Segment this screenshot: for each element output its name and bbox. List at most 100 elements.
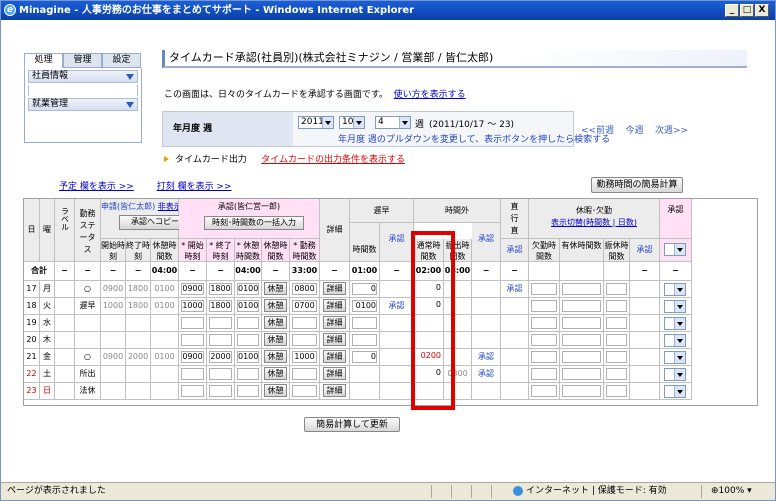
leave-hours-input[interactable] (531, 283, 557, 295)
approved-end-input[interactable] (209, 368, 232, 380)
maximize-button[interactable]: □ (740, 4, 754, 17)
approved-start-input[interactable]: 1000 (181, 300, 204, 312)
tab-processing[interactable]: 処理 (24, 53, 63, 68)
output-condition-link[interactable]: タイムカードの出力条件を表示する (261, 155, 405, 165)
approved-break-input[interactable] (237, 334, 259, 346)
detail-button[interactable]: 詳細 (323, 282, 346, 295)
leave-hours-input[interactable] (562, 385, 601, 397)
break-button[interactable]: 休憩 (264, 316, 287, 329)
menu-employee-info[interactable]: 社員情報 (28, 70, 138, 83)
late-hours-input[interactable]: 0 (352, 283, 377, 295)
detail-button[interactable]: 詳細 (323, 316, 346, 329)
detail-button[interactable]: 詳細 (323, 299, 346, 312)
hide-apply-link[interactable]: 非表示 (158, 202, 178, 211)
next-week-link[interactable]: 次週>> (655, 126, 688, 136)
break-button[interactable]: 休憩 (264, 367, 287, 380)
leave-hours-input[interactable] (606, 368, 627, 380)
approved-end-input[interactable] (209, 385, 232, 397)
row-approve-select[interactable] (664, 351, 686, 364)
leave-hours-input[interactable] (606, 300, 627, 312)
show-dakoku-link[interactable]: 打刻 欄を表示 >> (157, 182, 232, 192)
approved-end-input[interactable]: 1800 (209, 300, 232, 312)
approved-start-input[interactable]: 0900 (181, 283, 204, 295)
detail-button[interactable]: 詳細 (323, 384, 346, 397)
tab-admin[interactable]: 管理 (63, 53, 102, 68)
leave-hours-input[interactable] (531, 300, 557, 312)
break-button[interactable]: 休憩 (264, 350, 287, 363)
approved-work-input[interactable] (292, 334, 317, 346)
approved-break-input[interactable]: 0100 (237, 300, 259, 312)
row-approve-select[interactable] (664, 334, 686, 347)
detail-button[interactable]: 詳細 (323, 350, 346, 363)
row-approve-select[interactable] (664, 300, 686, 313)
leave-hours-input[interactable] (562, 334, 601, 346)
final-approve-select-all[interactable] (664, 243, 686, 256)
leave-hours-input[interactable] (606, 334, 627, 346)
approved-break-input[interactable] (237, 317, 259, 329)
row-approve-select[interactable] (664, 368, 686, 381)
late-hours-input[interactable]: 0 (352, 351, 377, 363)
leave-hours-input[interactable] (562, 300, 601, 312)
leave-hours-input[interactable] (606, 385, 627, 397)
approved-start-input[interactable] (181, 368, 204, 380)
leave-hours-input[interactable] (531, 368, 557, 380)
approved-start-input[interactable] (181, 334, 204, 346)
approved-work-input[interactable] (292, 368, 317, 380)
leave-hours-input[interactable] (562, 317, 601, 329)
approved-start-input[interactable]: 0900 (181, 351, 204, 363)
show-yotei-link[interactable]: 予定 欄を表示 >> (59, 182, 134, 192)
update-button[interactable]: 簡易計算して更新 (304, 417, 400, 432)
leave-hours-input[interactable] (531, 334, 557, 346)
leave-hours-input[interactable] (562, 368, 601, 380)
approved-work-input[interactable] (292, 317, 317, 329)
leave-hours-input[interactable] (562, 283, 601, 295)
approved-work-input[interactable]: 0700 (292, 300, 317, 312)
leave-hours-input[interactable] (531, 385, 557, 397)
break-button[interactable]: 休憩 (264, 384, 287, 397)
late-hours-input[interactable]: 0100 (352, 300, 377, 312)
break-button[interactable]: 休憩 (264, 282, 287, 295)
approved-work-input[interactable]: 0800 (292, 283, 317, 295)
approved-work-input[interactable] (292, 385, 317, 397)
leave-hours-input[interactable] (606, 283, 627, 295)
menu-work-management[interactable]: 就業管理 (28, 98, 138, 111)
close-button[interactable]: X (755, 4, 769, 17)
year-select[interactable]: 2011 (298, 116, 334, 129)
tab-settings[interactable]: 設定 (102, 53, 141, 68)
leave-hours-input[interactable] (531, 317, 557, 329)
minimize-button[interactable]: _ (725, 4, 739, 17)
row-approve-select[interactable] (664, 283, 686, 296)
week-select[interactable]: 4 (375, 116, 411, 129)
break-button[interactable]: 休憩 (264, 299, 287, 312)
approved-break-input[interactable] (237, 385, 259, 397)
approved-work-input[interactable]: 1000 (292, 351, 317, 363)
approved-end-input[interactable]: 2000 (209, 351, 232, 363)
approved-break-input[interactable]: 0100 (237, 351, 259, 363)
late-hours-input[interactable] (352, 317, 377, 329)
leave-hours-input[interactable] (606, 351, 627, 363)
late-hours-input[interactable] (352, 334, 377, 346)
approved-break-input[interactable]: 0100 (237, 283, 259, 295)
calc-hours-button[interactable]: 勤務時間の簡易計算 (591, 177, 683, 193)
approved-start-input[interactable] (181, 317, 204, 329)
approved-end-input[interactable] (209, 334, 232, 346)
leave-toggle-link[interactable]: 表示切替(時間数 | 日数) (529, 217, 659, 229)
leave-hours-input[interactable] (562, 351, 601, 363)
approved-end-input[interactable]: 1800 (209, 283, 232, 295)
approved-start-input[interactable] (181, 385, 204, 397)
row-approve-select[interactable] (664, 317, 686, 330)
this-week-link[interactable]: 今週 (626, 126, 644, 136)
howto-link[interactable]: 使い方を表示する (394, 90, 466, 100)
month-select[interactable]: 10 (339, 116, 365, 129)
leave-hours-input[interactable] (531, 351, 557, 363)
approved-end-input[interactable] (209, 317, 232, 329)
row-approve-select[interactable] (664, 385, 686, 398)
detail-button[interactable]: 詳細 (323, 333, 346, 346)
zoom-level[interactable]: ⊕100% ▾ (711, 483, 752, 500)
prev-week-link[interactable]: <<前週 (581, 126, 614, 136)
detail-button[interactable]: 詳細 (323, 367, 346, 380)
approved-break-input[interactable] (237, 368, 259, 380)
bulk-input-button[interactable]: 時刻･時間数の一括入力 (204, 216, 304, 230)
break-button[interactable]: 休憩 (264, 333, 287, 346)
leave-hours-input[interactable] (606, 317, 627, 329)
